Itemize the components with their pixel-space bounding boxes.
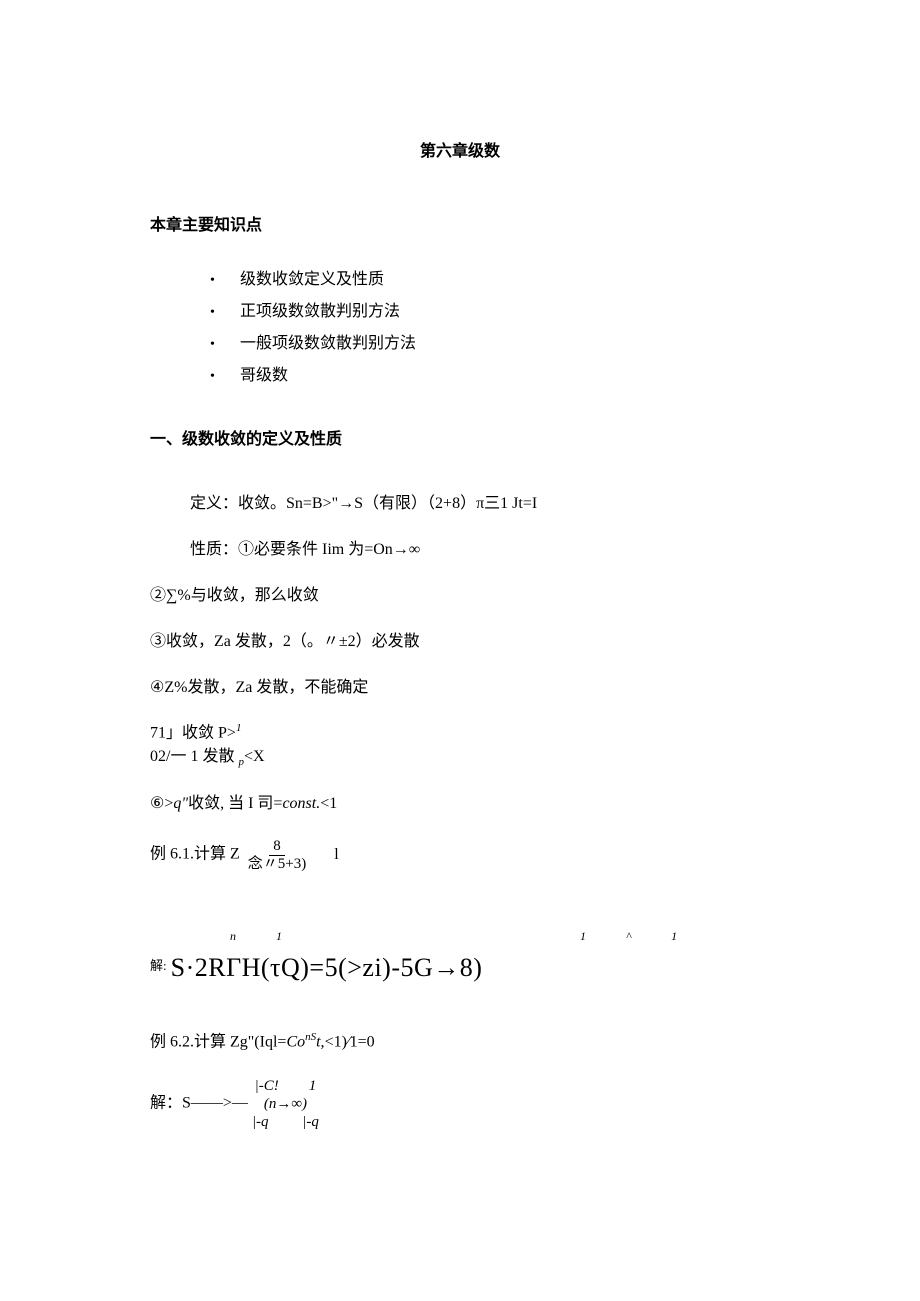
property-5b: 02/一 1 发散 p<X	[150, 745, 770, 771]
list-item: • 正项级数敛散判别方法	[210, 300, 770, 324]
ex62-sup: nS	[305, 1031, 316, 1043]
prop5a-text: 71」收敛 P>	[150, 724, 236, 741]
chapter-title: 第六章级数	[150, 140, 770, 164]
property-5a: 71」收敛 P>1	[150, 722, 770, 743]
list-item: • 级数收敛定义及性质	[210, 268, 770, 292]
ex62-t: t,	[316, 1034, 324, 1051]
big-eq-prefix: 解:	[150, 958, 167, 973]
prop6-mid: 收敛, 当 I 司=	[188, 795, 282, 812]
bullet-text: 级数收敛定义及性质	[240, 268, 384, 292]
bullet-icon: •	[210, 302, 240, 323]
ex62-prefix: 例 6.2.计算 Zg"(Iql=	[150, 1034, 286, 1051]
property-2: ②∑%与收敛，那么收敛	[150, 584, 770, 608]
bullet-text: 一般项级数敛散判别方法	[240, 332, 416, 356]
sol2-prefix: 解：S——>—	[150, 1094, 248, 1111]
prop6-prefix: ⑥>	[150, 795, 173, 812]
ex61-frac-bot: 念〃5+3)	[244, 856, 310, 873]
bullet-text: 正项级数敛散判别方法	[240, 300, 400, 324]
prop6-suffix: <1	[320, 795, 337, 812]
document-page: 第六章级数 本章主要知识点 • 级数收敛定义及性质 • 正项级数敛散判别方法 •…	[0, 0, 920, 1233]
property-3: ③收敛，Za 发散，2（。〃±2）必发散	[150, 630, 770, 654]
list-item: • 一般项级数敛散判别方法	[210, 332, 770, 356]
sol2-mid: (n→∞)	[264, 1095, 307, 1113]
bullet-icon: •	[210, 366, 240, 387]
ex61-fraction: 8 念〃5+3)	[244, 838, 310, 872]
ex61-trail: l	[334, 846, 338, 863]
example-6-2: 例 6.2.计算 Zg"(Iql=ConSt,<1)∕1=0	[150, 1029, 770, 1054]
bullet-icon: •	[210, 334, 240, 355]
list-item: • 哥级数	[210, 364, 770, 388]
definition-line: 定义：收敛。Sn=B>"→S（有限）（2+8）π三1 Jt=I	[190, 492, 770, 516]
big-equation-row: 解: S·2RΓH(τQ)=5(>zi)-5G→8)	[150, 948, 770, 987]
section-knowledge-title: 本章主要知识点	[150, 214, 770, 238]
prop6-q: q"	[173, 795, 188, 812]
property-1: 性质：①必要条件 Iim 为=On→∞	[190, 538, 770, 562]
big-equation-sup-row: n1 1^1 1 I I I	[150, 924, 770, 948]
bullet-icon: •	[210, 270, 240, 291]
prop5b-prefix: 02/一 1 发散	[150, 748, 238, 765]
bullet-list: • 级数收敛定义及性质 • 正项级数敛散判别方法 • 一般项级数敛散判别方法 •…	[210, 268, 770, 388]
big-sup-text: n1 1^1 1 I I I	[230, 929, 920, 943]
ex61-prefix: 例 6.1.计算 Z	[150, 846, 240, 863]
ex61-frac-top: 8	[269, 838, 285, 856]
prop5a-sup: 1	[236, 722, 242, 734]
property-6: ⑥>q"收敛, 当 I 司=const.<1	[150, 792, 770, 816]
prop5b-suffix: <X	[244, 748, 265, 765]
sol2-top: |-C! 1	[255, 1077, 317, 1095]
example-6-1: 例 6.1.计算 Z 8 念〃5+3) l	[150, 838, 770, 872]
bullet-text: 哥级数	[240, 364, 288, 388]
big-equation: S·2RΓH(τQ)=5(>zi)-5G→8)	[171, 953, 483, 982]
ex62-const: Co	[286, 1034, 305, 1051]
property-4: ④Z%发散，Za 发散，不能确定	[150, 676, 770, 700]
solution-2: 解：S——>— |-C! 1 (n→∞) |-q |-q	[150, 1077, 770, 1131]
ex62-suffix: <1)∕1=0	[325, 1034, 375, 1051]
prop6-const: const.	[282, 795, 320, 812]
section-definition-title: 一、级数收敛的定义及性质	[150, 428, 770, 452]
sol2-bot: |-q |-q	[252, 1113, 319, 1131]
sol2-stack: |-C! 1 (n→∞) |-q |-q	[252, 1077, 319, 1131]
